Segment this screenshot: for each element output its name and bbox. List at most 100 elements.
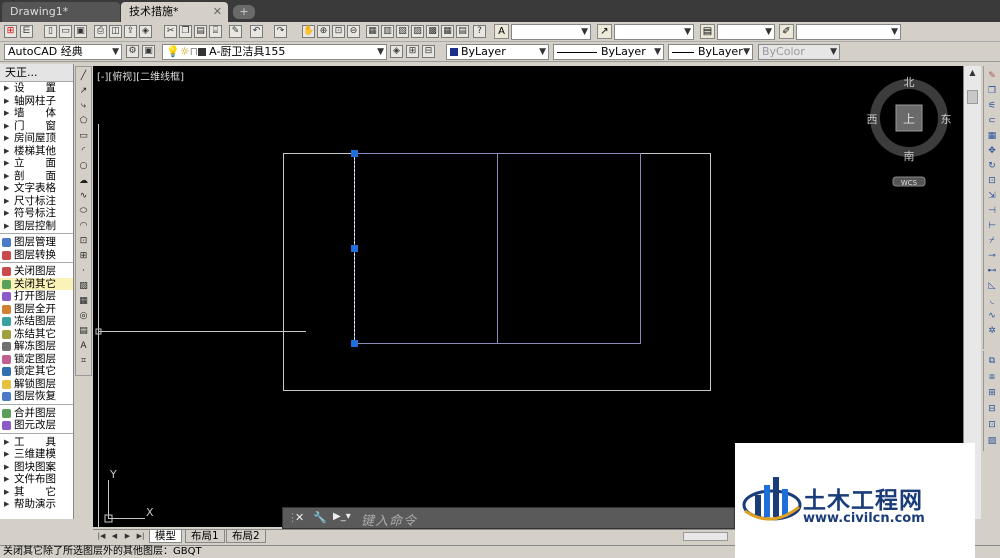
menu-item[interactable]: ▶ 文件布图 [0,473,73,486]
horizontal-scrollbar[interactable] [683,532,728,541]
break-point-icon[interactable]: ⌿ [986,235,998,247]
menu-item[interactable]: 关闭图层 [0,265,73,278]
linetype-dropdown[interactable]: ByLayer ▼ [553,44,664,60]
zoom-previous-icon[interactable]: ⊖ [347,25,360,38]
menu-item[interactable]: ▶ 楼梯其他 [0,145,73,158]
workspace-settings-icon[interactable]: ⚙ [126,45,139,58]
match-properties-icon[interactable]: ⌸ [209,25,222,38]
undo-icon[interactable]: ↶ [250,25,263,38]
print-preview-icon[interactable]: ◫ [109,25,122,38]
break-icon[interactable]: ⊸ [986,250,998,262]
close-icon[interactable]: ✕ [213,2,222,21]
tab-technical-measures[interactable]: 技术措施* ✕ [121,2,228,22]
tab-drawing1[interactable]: Drawing1* [2,2,120,22]
print-icon[interactable]: ⎙ [94,25,107,38]
scale-icon[interactable]: ⊡ [986,175,998,187]
menu-item[interactable]: ▶ 房间屋顶 [0,132,73,145]
copy-object-icon[interactable]: ❐ [986,85,998,97]
menu-item[interactable]: ▶ 其 它 [0,486,73,499]
cut-icon[interactable]: ✂ [164,25,177,38]
layer-dropdown[interactable]: 💡☼⊓ A-厨卫洁具155 ▼ [162,44,387,60]
tab-layout1[interactable]: 布局1 [185,530,225,543]
mirror-icon[interactable]: ⚟ [986,100,998,112]
menu-item[interactable]: 锁定图层 [0,353,73,366]
bring-above-icon[interactable]: ⊞ [986,387,998,399]
menu-item[interactable]: 图层全开 [0,303,73,316]
menu-item[interactable]: ▶ 设 置 [0,82,73,95]
hatch-icon[interactable]: ▨ [77,280,90,293]
array-icon[interactable]: ▦ [986,130,998,142]
dim-style-dropdown[interactable]: ▼ [614,24,694,40]
table-style-dropdown[interactable]: ▼ [717,24,775,40]
menu-item[interactable]: ▶ 尺寸标注 [0,195,73,208]
command-settings-icon[interactable]: 🔧 [313,511,327,524]
dimension-icon[interactable]: ⋿ [20,25,33,38]
menu-item[interactable]: 图层转换 [0,249,73,262]
menu-item[interactable]: ▶ 图层控制 [0,220,73,233]
menu-item[interactable]: ▶ 轴网柱子 [0,95,73,108]
line-icon[interactable]: ╱ [77,70,90,83]
command-prompt-icon[interactable]: ▶_▾ [333,511,351,522]
offset-icon[interactable]: ⊂ [986,115,998,127]
scroll-up-icon[interactable]: ▲ [966,67,979,79]
rectangle-icon[interactable]: ▭ [77,130,90,143]
polygon-icon[interactable]: ⬠ [77,115,90,128]
chamfer-icon[interactable]: ◺ [986,280,998,292]
help-icon[interactable]: ? [473,25,486,38]
menu-item[interactable]: 解冻图层 [0,340,73,353]
menu-item[interactable]: ▶ 帮助演示 [0,498,73,511]
menu-item[interactable]: ▶ 工 具 [0,436,73,449]
calculator-icon[interactable]: ▤ [456,25,469,38]
menu-item[interactable]: 冻结其它 [0,328,73,341]
compass-east[interactable]: 东 [941,113,952,126]
multileader-style-dropdown[interactable]: ▼ [796,24,901,40]
design-center-icon[interactable]: ▥ [381,25,394,38]
ellipse-arc-icon[interactable]: ◠ [77,220,90,233]
compass-north[interactable]: 北 [904,76,915,89]
zoom-window-icon[interactable]: ⊡ [332,25,345,38]
tab-model[interactable]: 模型 [149,530,182,543]
polyline-icon[interactable]: ⤷ [77,100,90,113]
paste-icon[interactable]: ▤ [194,25,207,38]
dim-style-icon[interactable]: ↗ [597,24,612,39]
menu-item[interactable]: 打开图层 [0,290,73,303]
grip-top[interactable] [351,150,358,157]
send-under-icon[interactable]: ⊟ [986,403,998,415]
hatch-back-icon[interactable]: ▨ [986,435,998,447]
scroll-thumb[interactable] [967,90,978,104]
explode-icon[interactable]: ✲ [986,325,998,337]
command-close-icon[interactable]: ✕ [295,511,304,524]
menu-item[interactable]: ▶ 立 面 [0,157,73,170]
add-selected-icon[interactable]: ⌗ [77,355,90,368]
menu-item[interactable]: ▶ 图块图案 [0,461,73,474]
bring-front-icon[interactable]: ⧉ [986,355,998,367]
revcloud-icon[interactable]: ☁ [77,175,90,188]
open-file-icon[interactable]: ▭ [59,25,72,38]
menu-item[interactable]: 锁定其它 [0,365,73,378]
quickcalc-icon[interactable]: ▦ [441,25,454,38]
3d-publish-icon[interactable]: ◈ [139,25,152,38]
command-line[interactable]: ⋮ ✕ 🔧 ▶_▾ 键入命令 [282,507,735,529]
markup-icon[interactable]: ▩ [426,25,439,38]
make-current-layer-icon[interactable]: ◈ [390,45,403,58]
first-tab-icon[interactable]: |◀ [96,531,107,542]
copy-icon[interactable]: ❐ [179,25,192,38]
join-icon[interactable]: ⊷ [986,265,998,277]
ellipse-icon[interactable]: ⬭ [77,205,90,218]
last-tab-icon[interactable]: ▶| [135,531,146,542]
blend-icon[interactable]: ∿ [986,310,998,322]
text-style-dropdown[interactable]: ▼ [511,24,591,40]
stretch-icon[interactable]: ⇲ [986,190,998,202]
menu-item[interactable]: 解锁图层 [0,378,73,391]
rotate-icon[interactable]: ↻ [986,160,998,172]
multileader-style-icon[interactable]: ✐ [779,24,794,39]
menu-item[interactable]: ▶ 文字表格 [0,182,73,195]
tarch-logo-icon[interactable]: ⊞ [4,25,17,38]
point-icon[interactable]: · [77,265,90,278]
properties-icon[interactable]: ▦ [366,25,379,38]
compass-west[interactable]: 西 [867,113,878,126]
publish-icon[interactable]: ⇪ [124,25,137,38]
arc-icon[interactable]: ◜ [77,145,90,158]
grip-middle[interactable] [351,245,358,252]
prev-tab-icon[interactable]: ◀ [109,531,120,542]
